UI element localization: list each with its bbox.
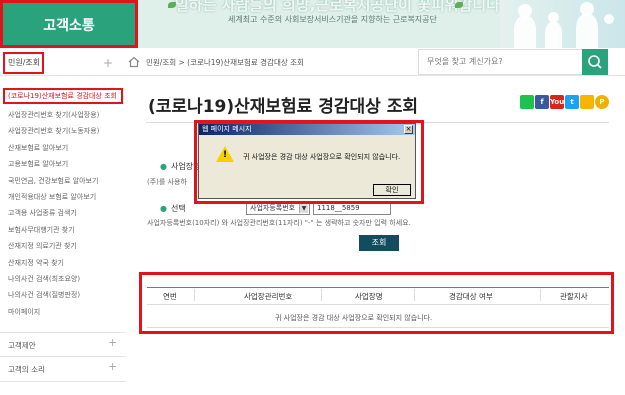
sidebar-item[interactable]: 나의사건 검색(질병판정) xyxy=(8,290,80,300)
divider xyxy=(0,356,126,357)
divider xyxy=(0,332,126,333)
sidebar-item[interactable]: 사업장관리번호 찾기(노동자용) xyxy=(8,126,99,136)
search-icon xyxy=(588,55,602,69)
bullet-icon: ● xyxy=(160,204,167,213)
sidebar-item-active[interactable]: (코로나19)산재보험료 경감대상 조회 xyxy=(3,88,123,104)
breadcrumb: 민원/조회 > (코로나19)산재보험료 경감대상 조회 xyxy=(146,58,304,67)
dialog-message: 귀 사업장은 경감 대상 사업장으로 확인되지 않습니다. xyxy=(243,153,401,161)
result-table xyxy=(139,272,614,334)
divider xyxy=(0,381,126,382)
sidebar-item[interactable]: 산재보험료 알아보기 xyxy=(8,143,68,153)
plus-icon[interactable]: + xyxy=(103,56,113,70)
naver-blog-icon[interactable] xyxy=(520,95,534,109)
search-button[interactable] xyxy=(582,49,608,75)
sidebar-item[interactable]: 국민연금, 건강보험료 알아보기 xyxy=(8,176,98,186)
plus-icon[interactable]: + xyxy=(108,336,117,349)
family-image xyxy=(500,0,625,48)
divider xyxy=(321,289,322,301)
close-icon[interactable]: × xyxy=(404,125,413,134)
banner-title: 일하는 사람들의 희망,근로복지공단이 꽃피워갑니다 xyxy=(175,0,500,14)
banner-subtitle: 세계최고 수준의 사회보장서비스기관을 지향하는 근로복지공단 xyxy=(228,15,437,24)
table-header-eligible: 경감대상 여부 xyxy=(449,292,493,301)
sidebar-section-suggestion[interactable]: 고객제안 xyxy=(8,340,36,351)
table-header-border xyxy=(147,287,609,288)
sidebar-item[interactable]: 산재지정 의료기관 찾기 xyxy=(8,241,77,251)
exclamation-mark: ! xyxy=(223,150,228,160)
dialog-title: 웹 페이지 메시지 × xyxy=(199,124,415,135)
sidebar-item[interactable]: 나의사건 검색(최초요양) xyxy=(8,274,80,284)
message-dialog: 웹 페이지 메시지 × ! 귀 사업장은 경감 대상 사업장으로 확인되지 않습… xyxy=(198,123,416,199)
plus-icon[interactable]: + xyxy=(108,360,117,373)
search-input[interactable]: 무엇을 찾고 계신가요? xyxy=(427,56,577,67)
sidebar-item[interactable]: 마이페이지 xyxy=(8,307,40,317)
select-label: ● 선택 xyxy=(160,204,186,213)
divider xyxy=(194,289,195,301)
divider xyxy=(147,327,609,328)
bullet-icon: ● xyxy=(160,162,167,171)
table-empty-message: 귀 사업장은 경감 대상 사업장으로 확인되지 않습니다. xyxy=(275,314,433,322)
input-format-note: 사업자등록번호(10자리) 와 사업장관리번호(11자리) "-" 는 생략하고… xyxy=(147,219,411,227)
logo-text: 고객소통 xyxy=(43,18,95,34)
divider xyxy=(147,304,609,305)
query-button[interactable]: 조회 xyxy=(359,235,399,251)
logo-box[interactable]: 고객소통 xyxy=(0,0,138,48)
sidebar-item-label: (코로나19)산재보험료 경감대상 조회 xyxy=(8,92,117,100)
youtube-icon[interactable]: You xyxy=(550,95,564,109)
table-header-branch: 관할지사 xyxy=(560,292,588,301)
facebook-icon[interactable]: f xyxy=(535,95,549,109)
sidebar-item[interactable]: 개인적용대상 보험료 알아보기 xyxy=(8,192,96,202)
sidebar-item[interactable]: 보험사무대행기관 찾기 xyxy=(8,225,75,235)
dialog-title-text: 웹 페이지 메시지 xyxy=(202,125,252,133)
home-icon[interactable] xyxy=(128,56,140,68)
table-header-no: 연번 xyxy=(163,292,177,301)
sidebar-section-voice[interactable]: 고객의 소리 xyxy=(8,364,45,375)
divider xyxy=(540,289,541,301)
page-title: (코로나19)산재보험료 경감대상 조회 xyxy=(148,97,418,117)
kakao-icon[interactable]: P xyxy=(595,95,609,109)
twitter-icon[interactable]: t xyxy=(565,95,579,109)
sidebar-item[interactable]: 고객용 사업종류 검색기 xyxy=(8,208,77,218)
kakaostory-icon[interactable] xyxy=(580,95,594,109)
sidebar-item[interactable]: 고용보험료 알아보기 xyxy=(8,159,68,169)
page: 일하는 사람들의 희망,근로복지공단이 꽃피워갑니다 세계최고 수준의 사회보장… xyxy=(0,0,625,395)
table-header-number: 사업장관리번호 xyxy=(244,292,293,301)
divider xyxy=(414,289,415,301)
sidebar-item[interactable]: 사업장관리번호 찾기(사업장용) xyxy=(8,110,99,120)
sidebar-item[interactable]: 산재지정 약국 찾기 xyxy=(8,258,64,268)
id-type-value: 사업자등록번호 xyxy=(250,204,296,212)
ok-button[interactable]: 확인 xyxy=(373,184,411,196)
search-box[interactable]: 무엇을 찾고 계신가요? xyxy=(418,49,608,75)
menu-select[interactable]: 민원/조회 xyxy=(3,52,44,74)
table-header-company: 사업장명 xyxy=(355,292,383,301)
leaf-decoration-icon xyxy=(455,2,463,8)
chevron-down-icon: ▼ xyxy=(299,204,308,213)
company-note: (주)를 사용하 xyxy=(147,178,187,186)
